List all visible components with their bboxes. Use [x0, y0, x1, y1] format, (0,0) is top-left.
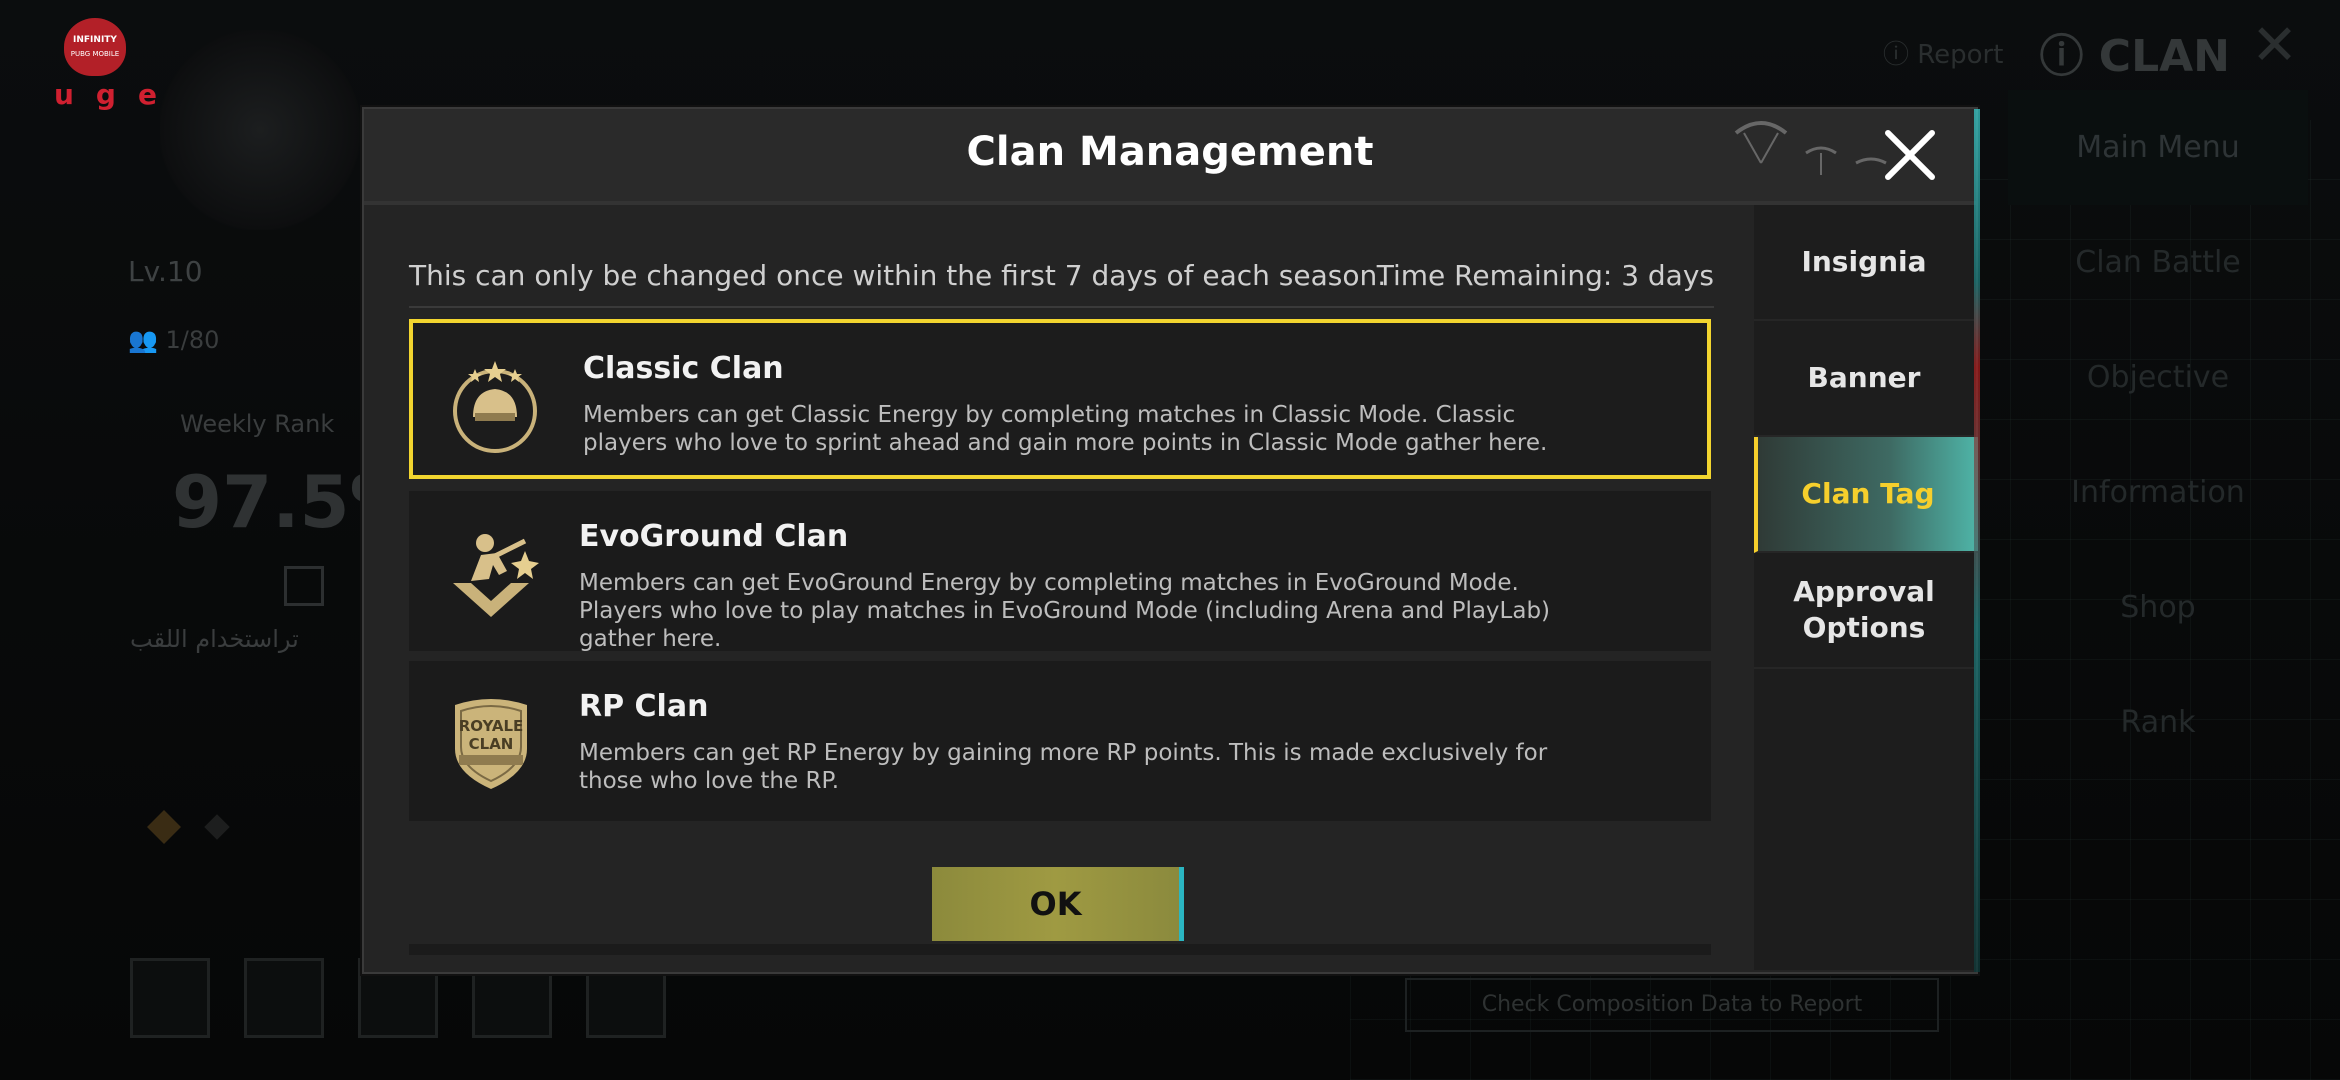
settings-icon [130, 958, 210, 1038]
option-next-peek[interactable] [409, 944, 1711, 955]
shield-text-clan: CLAN [469, 735, 514, 753]
report-label: Report [1917, 39, 2004, 70]
background-close-icon: ✕ [2251, 13, 2298, 78]
tab-approval-options[interactable]: Approval Options [1754, 553, 1974, 669]
clan-emblem [160, 30, 360, 230]
option-classic-clan[interactable]: Classic Clan Members can get Classic Ene… [409, 319, 1711, 479]
tab-label: Approval Options [1793, 575, 1935, 644]
add-member-icon [244, 958, 324, 1038]
right-menu-item: Main Menu [2008, 90, 2308, 205]
time-remaining: Time Remaining: 3 days [1376, 259, 1714, 292]
members-icon: 👥 [128, 326, 158, 354]
right-menu-item: Shop [2120, 590, 2196, 625]
close-button[interactable] [1880, 125, 1940, 185]
option-name: EvoGround Clan [579, 519, 849, 554]
change-notice: This can only be changed once within the… [409, 259, 1387, 292]
divider [409, 306, 1714, 308]
option-name: Classic Clan [583, 351, 784, 386]
option-description: Members can get RP Energy by gaining mor… [579, 740, 1548, 794]
right-menu-item: Rank [2120, 705, 2196, 740]
right-menu-item: Information [2071, 475, 2245, 510]
dialog-edge-glow [1974, 109, 1980, 972]
tab-label: Clan Tag [1801, 477, 1935, 510]
background-right-menu: Main Menu Clan Battle Objective Informat… [2008, 90, 2308, 780]
ok-button[interactable]: OK [932, 867, 1184, 941]
composition-banner: Check Composition Data to Report [1405, 978, 1939, 1032]
right-menu-item: Clan Battle [2075, 245, 2241, 280]
logo-sub: PUBG MOBILE [70, 50, 120, 58]
clan-type-list[interactable]: Classic Clan Members can get Classic Ene… [407, 319, 1717, 955]
clan-member-count: 👥 1/80 [128, 326, 219, 354]
soldier-badge-icon [453, 534, 539, 617]
clan-management-dialog: Clan Management This can only be changed… [362, 107, 1980, 974]
tab-label: Insignia [1801, 245, 1927, 278]
option-description: Members can get EvoGround Energy by comp… [579, 570, 1551, 652]
tab-banner[interactable]: Banner [1754, 321, 1974, 437]
clan-slogan: تراستخدام اللقب [130, 625, 299, 653]
tab-label: Banner [1807, 361, 1921, 394]
shield-text-royale: ROYALE [459, 717, 524, 735]
management-tabs: Insignia Banner Clan Tag Approval Option… [1754, 205, 1978, 970]
royale-clan-shield-icon: ROYALE CLAN [455, 699, 527, 789]
streamer-logo: INFINITY PUBG MOBILE uge [40, 18, 179, 111]
weekly-rank-label: Weekly Rank [180, 410, 335, 438]
logo-badge: INFINITY PUBG MOBILE [64, 18, 126, 76]
logo-text: uge [54, 78, 179, 111]
option-rp-clan[interactable]: ROYALE CLAN RP Clan Members can get RP E… [409, 661, 1711, 821]
dialog-header: Clan Management [364, 109, 1976, 205]
option-description: Members can get Classic Energy by comple… [583, 402, 1548, 456]
tab-clan-tag[interactable]: Clan Tag [1754, 437, 1978, 553]
clan-title-label: CLAN [2098, 31, 2230, 82]
clan-level: Lv.10 [128, 255, 203, 288]
right-menu-item: Objective [2086, 360, 2230, 395]
tab-insignia[interactable]: Insignia [1754, 205, 1974, 321]
members-value: 1/80 [165, 326, 220, 354]
helmet-stars-icon [453, 361, 537, 453]
clan-title: ⓘ CLAN [2039, 31, 2230, 82]
edit-icon [284, 566, 324, 606]
report-link: ⓘ Report [1882, 39, 2004, 70]
option-name: RP Clan [579, 689, 709, 724]
option-evoground-clan[interactable]: EvoGround Clan Members can get EvoGround… [409, 491, 1711, 652]
top-right-header: ⓘ Report ⓘ CLAN [1883, 20, 2230, 84]
logo-brand: INFINITY [73, 35, 117, 45]
